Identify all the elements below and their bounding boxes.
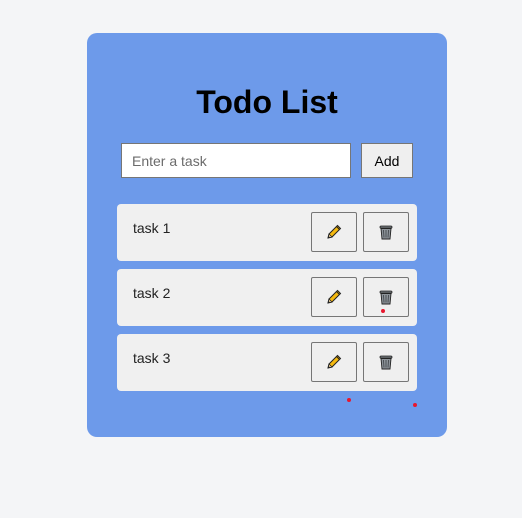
red-marker-dot bbox=[413, 403, 417, 407]
edit-button[interactable] bbox=[311, 277, 357, 317]
trash-icon bbox=[377, 223, 395, 241]
task-item: task 1 bbox=[117, 204, 417, 261]
delete-button[interactable] bbox=[363, 212, 409, 252]
red-marker-dot bbox=[381, 309, 385, 313]
task-item: task 2 bbox=[117, 269, 417, 326]
page-title: Todo List bbox=[196, 84, 338, 120]
red-marker-dot bbox=[347, 398, 351, 402]
todo-card: Todo List Add task 1 bbox=[87, 33, 447, 437]
task-text: task 1 bbox=[133, 220, 171, 236]
delete-button[interactable] bbox=[363, 342, 409, 382]
task-item: task 3 bbox=[117, 334, 417, 391]
task-text: task 2 bbox=[133, 285, 171, 301]
pencil-icon bbox=[325, 353, 343, 371]
delete-button[interactable] bbox=[363, 277, 409, 317]
edit-button[interactable] bbox=[311, 212, 357, 252]
pencil-icon bbox=[325, 288, 343, 306]
task-list: task 1 task 2 task 3 bbox=[117, 204, 417, 399]
add-button[interactable]: Add bbox=[361, 143, 413, 178]
trash-icon bbox=[377, 353, 395, 371]
edit-button[interactable] bbox=[311, 342, 357, 382]
task-input[interactable] bbox=[121, 143, 351, 178]
trash-icon bbox=[377, 288, 395, 306]
pencil-icon bbox=[325, 223, 343, 241]
task-text: task 3 bbox=[133, 350, 171, 366]
